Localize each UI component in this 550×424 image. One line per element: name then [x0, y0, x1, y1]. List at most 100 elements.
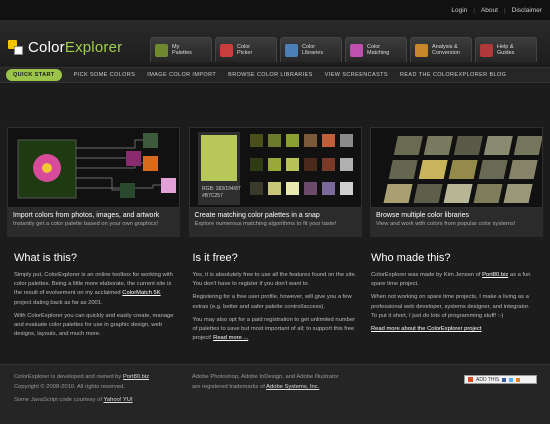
matching-icon	[350, 43, 363, 57]
palette-swatch	[303, 182, 317, 195]
library-tile	[453, 136, 483, 155]
about-project-link[interactable]: Read more about the ColorExplorer projec…	[371, 326, 482, 332]
extracted-swatch	[161, 178, 176, 193]
palette-swatch	[267, 182, 281, 195]
login-link[interactable]: Login	[451, 7, 467, 14]
section-paragraph: When not working on spare time projects,…	[371, 294, 530, 319]
feature-title: Import colors from photos, images, and a…	[13, 212, 160, 219]
section-heading: What is this?	[14, 252, 77, 264]
feature-panels: Import colors from photos, images, and a…	[7, 127, 543, 237]
subnav-browse-libraries[interactable]: BROWSE COLOR LIBRARIES	[228, 72, 313, 78]
section-paragraph: With ColorExplorer you can quickly and e…	[14, 312, 174, 338]
library-tile	[448, 160, 478, 179]
subnav-blog[interactable]: READ THE COLOREXPLORER BLOG	[400, 72, 506, 78]
section-heading: Who made this?	[371, 252, 451, 264]
analysis-icon	[415, 43, 428, 57]
palette-swatch	[267, 134, 281, 147]
footer-port80-link[interactable]: Port80.biz	[123, 374, 149, 380]
library-tile	[513, 136, 542, 155]
feature-libraries-image	[370, 127, 543, 208]
libraries-icon	[285, 43, 298, 57]
nav-tab-0[interactable]: My Palettes	[150, 37, 212, 62]
nav-tab-label: Color Libraries	[302, 43, 324, 57]
library-tile	[388, 160, 418, 179]
colormatch-link[interactable]: ColorMatch 5K	[122, 290, 160, 296]
twitter-icon	[509, 377, 514, 382]
palette-swatch	[339, 158, 353, 171]
palette-swatch	[249, 158, 263, 171]
adobe-notice: Adobe Photoshop, Adobe InDesign, and Ado…	[192, 374, 339, 380]
feature-title: Create matching color palettes in a snap	[194, 212, 320, 219]
subnav-image-import[interactable]: IMAGE COLOR IMPORT	[147, 72, 216, 78]
about-link[interactable]: About	[481, 7, 498, 14]
separator: |	[503, 6, 506, 14]
palette-swatch	[339, 134, 353, 147]
quick-start-bar: QUICK START PICK SOME COLORS IMAGE COLOR…	[0, 67, 550, 83]
help-icon	[480, 43, 493, 57]
subnav-pick-colors[interactable]: PICK SOME COLORS	[74, 72, 136, 78]
top-links-bar: Login | About | Disclaimer	[0, 0, 550, 20]
rgb-readout: RGB: 183/194/87	[202, 186, 241, 192]
nav-tab-3[interactable]: Color Matching	[345, 37, 407, 62]
yui-link[interactable]: Yahoo! YUI	[103, 397, 132, 403]
nav-tab-1[interactable]: Color Picker	[215, 37, 277, 62]
library-tile	[503, 184, 533, 203]
nav-tab-label: Color Matching	[367, 43, 390, 57]
library-tile	[483, 136, 513, 155]
palette-swatch	[285, 134, 299, 147]
read-more-link[interactable]: Read more ...	[213, 335, 248, 341]
palette-swatch	[321, 134, 335, 147]
feature-matching-image: RGB: 183/194/87 #B7C257	[188, 127, 362, 208]
section-paragraph: Registering for a free user profile, how…	[192, 294, 352, 310]
feature-subtitle: Instantly get a color palette based on y…	[13, 221, 159, 227]
library-tile	[473, 184, 503, 203]
extracted-swatch	[126, 151, 141, 166]
separator: |	[473, 6, 475, 14]
who-made-this-section: Who made this? ColorExplorer was made by…	[371, 252, 536, 347]
feature-import[interactable]: Import colors from photos, images, and a…	[7, 127, 180, 237]
palette-swatch	[321, 158, 335, 171]
main-nav: My Palettes Color Picker Color Libraries Co…	[150, 37, 537, 62]
nav-tab-label: My Palettes	[172, 43, 192, 57]
palette-swatch	[249, 182, 263, 195]
nav-tab-4[interactable]: Analysis & Conversion	[410, 37, 472, 62]
nav-tab-5[interactable]: Help & Guides	[475, 37, 537, 62]
page: Login | About | Disclaimer ColorExplorer…	[0, 0, 550, 424]
logo-icon	[8, 39, 24, 56]
extracted-swatch	[143, 156, 158, 171]
disclaimer-link[interactable]: Disclaimer	[512, 7, 542, 14]
share-icon	[516, 377, 521, 382]
adobe-link[interactable]: Adobe Systems, Inc.	[266, 384, 319, 390]
nav-tab-label: Help & Guides	[497, 43, 515, 57]
facebook-icon	[502, 377, 507, 382]
quick-start-label: QUICK START	[6, 69, 62, 81]
library-tile	[423, 136, 453, 155]
palette-swatch	[267, 158, 281, 171]
add-this-button[interactable]: ADD THIS	[464, 375, 537, 384]
site-logo[interactable]: ColorExplorer	[8, 39, 122, 56]
extracted-swatch	[120, 183, 135, 198]
footer: ColorExplorer is developed and owned by …	[0, 364, 550, 424]
nav-tab-2[interactable]: Color Libraries	[280, 37, 342, 62]
matching-graphic: RGB: 183/194/87 #B7C257	[197, 132, 353, 205]
palette-swatch	[285, 158, 299, 171]
subnav-screencasts[interactable]: VIEW SCREENCASTS	[325, 72, 388, 78]
feature-subtitle: Explore numerous matching algorithms to …	[194, 221, 337, 227]
palette-icon	[155, 43, 168, 57]
section-paragraph: Yes, it is absolutely free to use all th…	[192, 272, 357, 288]
nav-tab-label: Color Picker	[237, 43, 253, 57]
extracted-swatch	[143, 133, 158, 148]
library-tile	[443, 184, 473, 203]
feature-matching[interactable]: RGB: 183/194/87 #B7C257 Create matching …	[188, 127, 362, 237]
port80-link[interactable]: Port80.biz	[482, 272, 508, 278]
feature-subtitle: View and work with colors from popular c…	[376, 221, 516, 227]
palette-swatch	[249, 134, 263, 147]
feature-title: Browse multiple color libraries	[376, 212, 469, 219]
palette-swatch	[303, 158, 317, 171]
library-tile	[383, 184, 413, 203]
palette-swatch	[303, 134, 317, 147]
feature-libraries[interactable]: Browse multiple color libraries View and …	[370, 127, 543, 237]
library-tile	[478, 160, 508, 179]
plus-icon	[468, 377, 473, 382]
section-heading: Is it free?	[192, 252, 238, 264]
